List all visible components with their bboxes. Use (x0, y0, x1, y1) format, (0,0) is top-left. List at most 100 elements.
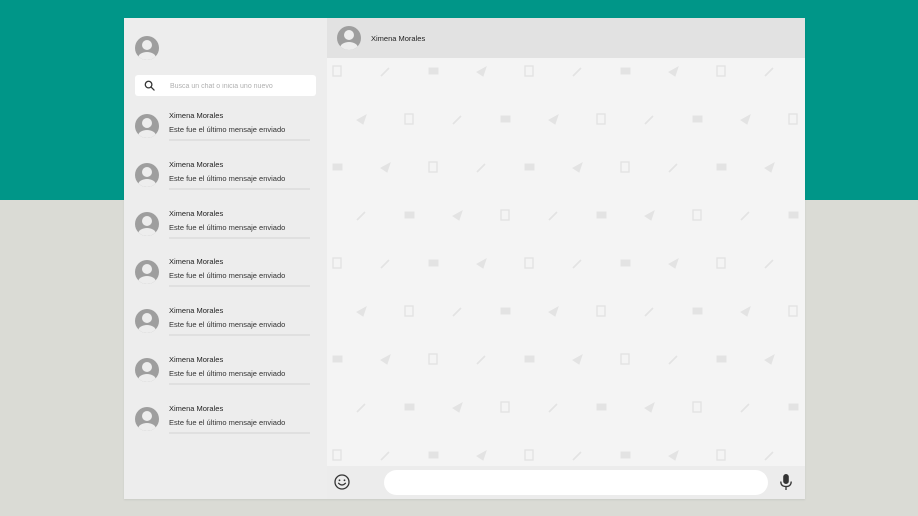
contact-avatar (135, 357, 159, 382)
wallpaper-doodle (716, 163, 727, 171)
wallpaper-doodle (500, 401, 510, 413)
chat-last-message: Este fue el último mensaje enviado (169, 417, 286, 427)
chat-contact-name: Ximena Morales (169, 208, 224, 218)
wallpaper-doodle (644, 115, 654, 125)
wallpaper-doodle (500, 307, 511, 315)
wallpaper-doodle (668, 449, 679, 461)
wallpaper-doodle (596, 403, 607, 411)
chat-last-message: Este fue el último mensaje enviado (169, 271, 286, 281)
wallpaper-pattern (332, 65, 799, 461)
wallpaper-doodle (764, 259, 774, 269)
wallpaper-doodle (332, 449, 342, 461)
wallpaper-doodle (596, 211, 607, 219)
wallpaper-doodle (716, 355, 727, 363)
divider (169, 236, 310, 239)
wallpaper-doodle (668, 65, 679, 77)
wallpaper-doodle (572, 67, 582, 77)
wallpaper-doodle (572, 259, 582, 269)
wallpaper-doodle (452, 401, 463, 413)
messages-area (327, 58, 805, 466)
wallpaper-doodle (572, 161, 583, 173)
chat-last-message: Este fue el último mensaje enviado (169, 173, 286, 183)
wallpaper-doodle (788, 113, 798, 125)
contact-avatar (135, 406, 159, 431)
contact-avatar (135, 211, 159, 236)
chat-last-message: Este fue el último mensaje enviado (169, 222, 286, 232)
wallpaper-doodle (572, 451, 582, 461)
divider (169, 334, 310, 337)
chat-app-window: Ximena Morales Este fue el último mensaje… (124, 18, 805, 499)
wallpaper-doodle (380, 353, 391, 365)
wallpaper-doodle (428, 161, 438, 173)
wallpaper-doodle (356, 403, 366, 413)
wallpaper-doodle (356, 113, 367, 125)
contact-avatar[interactable] (337, 26, 361, 50)
sidebar-header (124, 18, 327, 76)
chat-contact-name: Ximena Morales (169, 403, 224, 413)
contact-name: Ximena Morales (371, 34, 426, 43)
microphone-icon[interactable] (777, 472, 795, 492)
conversation-header[interactable]: Ximena Morales (327, 18, 805, 58)
chat-contact-name: Ximena Morales (169, 159, 224, 169)
contact-avatar (135, 162, 159, 187)
my-profile-avatar[interactable] (135, 36, 159, 60)
chat-list-item[interactable]: Ximena Morales Este fue el último mensaje… (124, 155, 327, 204)
wallpaper-doodle (380, 161, 391, 173)
wallpaper-doodle (596, 113, 606, 125)
chat-contact-name: Ximena Morales (169, 257, 224, 267)
wallpaper-doodle (716, 449, 726, 461)
wallpaper-doodle (596, 305, 606, 317)
wallpaper-doodle (356, 211, 366, 221)
chat-contact-name: Ximena Morales (169, 306, 224, 316)
wallpaper-doodle (788, 211, 799, 219)
wallpaper-doodle (620, 353, 630, 365)
chat-contact-name: Ximena Morales (169, 111, 224, 120)
wallpaper-doodle (788, 305, 798, 317)
wallpaper-doodle (404, 211, 415, 219)
wallpaper-doodle (548, 305, 559, 317)
wallpaper-doodle (524, 257, 534, 269)
wallpaper-doodle (332, 257, 342, 269)
wallpaper-doodle (500, 209, 510, 221)
wallpaper-doodle (476, 163, 486, 173)
message-composer (327, 466, 805, 499)
message-input[interactable] (384, 470, 768, 495)
contact-avatar (135, 309, 159, 334)
chat-list-item[interactable]: Ximena Morales Este fue el último mensaje… (124, 252, 327, 301)
search-bar (135, 75, 316, 96)
sidebar: Ximena Morales Este fue el último mensaje… (124, 18, 327, 499)
wallpaper-doodle (476, 257, 487, 269)
smiley-icon[interactable] (333, 473, 351, 491)
wallpaper-doodle (428, 353, 438, 365)
wallpaper-doodle (428, 259, 439, 267)
wallpaper-doodle (428, 67, 439, 75)
chat-list-item[interactable]: Ximena Morales Este fue el último mensaje… (124, 106, 327, 155)
wallpaper-doodle (740, 113, 751, 125)
wallpaper-doodle (476, 65, 487, 77)
wallpaper-doodle (524, 65, 534, 77)
wallpaper-doodle (668, 355, 678, 365)
chat-list-item[interactable]: Ximena Morales Este fue el último mensaje… (124, 350, 327, 399)
wallpaper-doodle (380, 259, 390, 269)
chat-list-item[interactable]: Ximena Morales Este fue el último mensaje… (124, 301, 327, 350)
wallpaper-doodle (476, 355, 486, 365)
wallpaper-doodle (500, 115, 511, 123)
chat-last-message: Este fue el último mensaje enviado (169, 320, 286, 330)
wallpaper-doodle (692, 401, 702, 413)
chat-last-message: Este fue el último mensaje enviado (169, 125, 286, 134)
wallpaper-doodle (668, 163, 678, 173)
wallpaper-doodle (716, 257, 726, 269)
search-input[interactable] (168, 77, 312, 96)
wallpaper-doodle (356, 305, 367, 317)
conversation-panel: Ximena Morales (327, 18, 805, 499)
wallpaper-doodle (548, 403, 558, 413)
contact-avatar (135, 260, 159, 285)
divider (169, 382, 310, 385)
wallpaper-doodle (548, 211, 558, 221)
divider (169, 187, 310, 190)
wallpaper-doodle (548, 113, 559, 125)
chat-list-item[interactable]: Ximena Morales Este fue el último mensaje… (124, 399, 327, 448)
wallpaper-doodle (332, 163, 343, 171)
wallpaper-doodle (524, 355, 535, 363)
chat-list-item[interactable]: Ximena Morales Este fue el último mensaje… (124, 204, 327, 253)
